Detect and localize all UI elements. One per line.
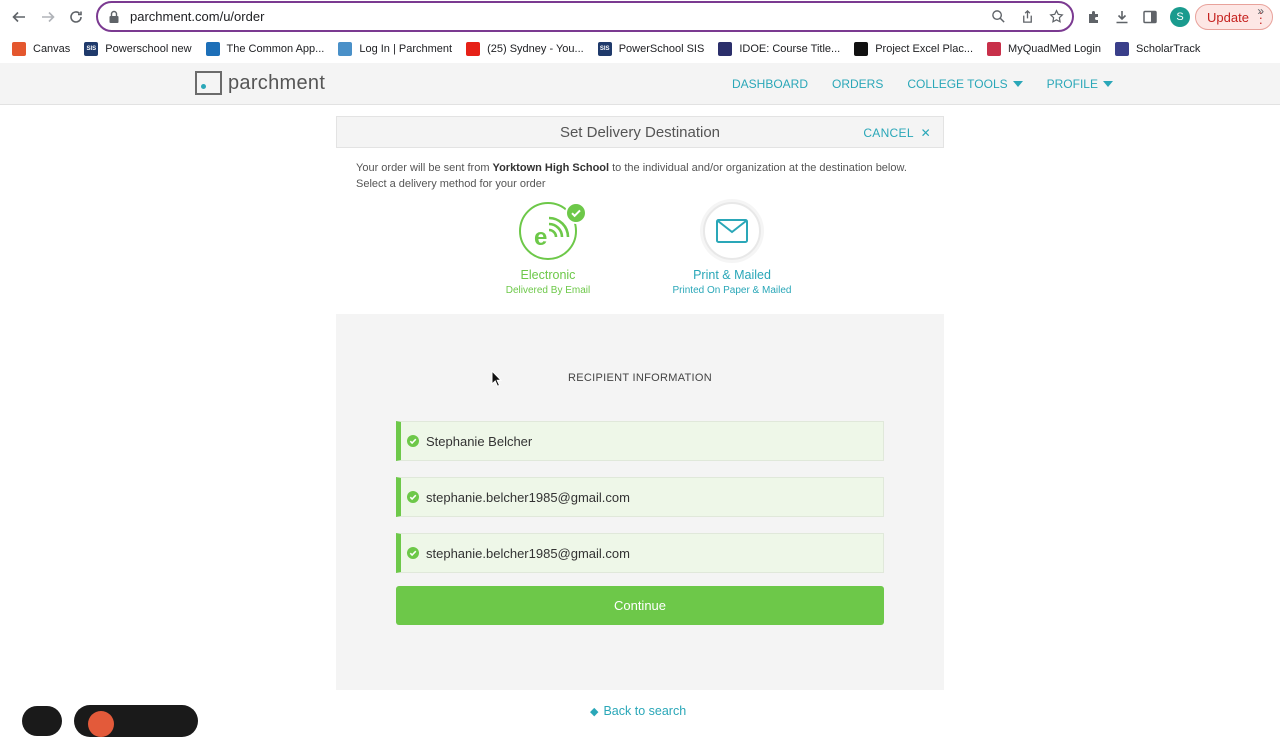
bookmark-label: Canvas: [33, 43, 71, 55]
bookmark-favicon-icon: [338, 42, 353, 56]
delivery-method-electronic[interactable]: e Electronic Delivered By Email: [496, 202, 600, 296]
bookmark-label: The Common App...: [226, 43, 325, 55]
caret-down-icon: [1012, 81, 1023, 87]
recipient-heading: RECIPIENT INFORMATION: [567, 372, 712, 384]
delivery-destination-bar: Set Delivery Destination CANCEL ✕: [336, 116, 944, 148]
profile-avatar[interactable]: S: [1170, 7, 1190, 27]
nav-profile-label: PROFILE: [1046, 77, 1098, 91]
print-subtitle: Printed On Paper & Mailed: [672, 285, 792, 296]
recipient-email-value: stephanie.belcher1985@gmail.com: [426, 489, 630, 505]
bookmark-label: MyQuadMed Login: [1008, 43, 1101, 55]
back-arrow-icon[interactable]: [7, 5, 31, 29]
bookmark-label: Project Excel Plac...: [875, 43, 974, 55]
main-nav: DASHBOARD ORDERS COLLEGE TOOLS PROFILE: [732, 77, 1113, 91]
recorder-toolbar[interactable]: [74, 705, 198, 737]
bookmark-item[interactable]: IDOE: Course Title...: [718, 42, 840, 56]
bookmark-favicon-icon: SIS: [597, 42, 612, 56]
electronic-subtitle: Delivered By Email: [505, 285, 591, 296]
nav-profile[interactable]: PROFILE: [1047, 77, 1113, 91]
school-name: Yorktown High School: [492, 162, 610, 174]
bookmark-item[interactable]: Project Excel Plac...: [854, 42, 973, 56]
parchment-logo-icon: [195, 71, 222, 95]
update-label: Update: [1207, 9, 1249, 25]
recipient-name-value: Stephanie Belcher: [426, 433, 533, 449]
recorder-control[interactable]: [22, 706, 62, 736]
back-to-search-link[interactable]: ◆ Back to search: [590, 704, 686, 718]
cancel-button[interactable]: CANCEL ✕: [863, 126, 931, 140]
bookmark-label: ScholarTrack: [1135, 43, 1201, 55]
valid-check-icon: [407, 491, 419, 503]
back-arrow-icon: ◆: [590, 705, 599, 718]
svg-text:e: e: [534, 224, 547, 251]
recipient-email-confirm-value: stephanie.belcher1985@gmail.com: [426, 545, 630, 561]
print-title: Print & Mailed: [693, 268, 771, 282]
order-intro-text: Your order will be sent from Yorktown Hi…: [356, 160, 926, 192]
forward-arrow-icon[interactable]: [36, 5, 60, 29]
bookmark-item[interactable]: SIS PowerSchool SIS: [597, 42, 705, 56]
parchment-logo[interactable]: parchment: [195, 71, 325, 95]
bookmark-favicon-icon: [987, 42, 1002, 56]
bookmark-label: Log In | Parchment: [359, 43, 453, 55]
reload-icon[interactable]: [64, 5, 88, 29]
bookmark-item[interactable]: SIS Powerschool new: [84, 42, 192, 56]
electronic-icon: e: [519, 202, 587, 260]
download-icon[interactable]: [1114, 9, 1130, 25]
selected-check-icon: [565, 202, 587, 224]
bookmark-star-icon[interactable]: [1049, 9, 1064, 24]
intro-prefix: Your order will be sent from: [356, 162, 493, 174]
nav-orders[interactable]: ORDERS: [832, 77, 883, 91]
back-to-search-label: Back to search: [603, 704, 687, 718]
bookmark-item[interactable]: Log In | Parchment: [338, 42, 452, 56]
side-panel-icon[interactable]: [1142, 9, 1158, 25]
recipient-form: RECIPIENT INFORMATION Stephanie Belcher …: [336, 314, 944, 690]
bookmark-favicon-icon: [466, 42, 481, 56]
bookmarks-bar: Canvas SIS Powerschool new The Common App..…: [0, 37, 1280, 61]
recipient-email-confirm-field[interactable]: stephanie.belcher1985@gmail.com: [396, 533, 884, 573]
logo-text: parchment: [228, 71, 326, 94]
bookmarks-overflow-icon[interactable]: »: [1257, 4, 1264, 18]
nav-dashboard[interactable]: DASHBOARD: [732, 77, 808, 91]
nav-college-tools-label: COLLEGE TOOLS: [907, 77, 1008, 91]
bookmark-label: (25) Sydney - You...: [487, 43, 584, 55]
recipient-name-field[interactable]: Stephanie Belcher: [396, 421, 884, 461]
browser-toolbar: parchment.com/u/order S Update · · ·: [0, 0, 1280, 34]
mouse-cursor-icon: [491, 370, 503, 387]
bookmark-favicon-icon: [718, 42, 733, 56]
envelope-icon: [703, 202, 761, 260]
nav-college-tools[interactable]: COLLEGE TOOLS: [907, 77, 1023, 91]
bookmark-item[interactable]: MyQuadMed Login: [987, 42, 1101, 56]
bookmark-item[interactable]: (25) Sydney - You...: [466, 42, 584, 56]
bookmark-item[interactable]: Canvas: [12, 42, 70, 56]
caret-down-icon: [1102, 81, 1113, 87]
bookmark-label: Powerschool new: [105, 43, 192, 55]
continue-button[interactable]: Continue: [396, 586, 884, 625]
electronic-title: Electronic: [520, 268, 576, 282]
bookmark-favicon-icon: [12, 42, 26, 56]
record-icon: [88, 711, 114, 737]
bookmark-favicon-icon: [1114, 42, 1129, 56]
cancel-label: CANCEL: [863, 126, 914, 140]
page-title: Set Delivery Destination: [559, 124, 721, 141]
share-icon[interactable]: [1020, 9, 1035, 24]
valid-check-icon: [407, 435, 419, 447]
bookmark-item[interactable]: ScholarTrack: [1114, 42, 1201, 56]
extensions-puzzle-icon[interactable]: [1086, 9, 1102, 25]
url-text: parchment.com/u/order: [130, 9, 265, 24]
close-icon: ✕: [917, 126, 931, 140]
recipient-email-field[interactable]: stephanie.belcher1985@gmail.com: [396, 477, 884, 517]
zoom-icon[interactable]: [991, 9, 1006, 24]
bookmark-item[interactable]: The Common App...: [205, 42, 325, 56]
bookmark-favicon-icon: [854, 42, 869, 56]
lock-icon: [109, 10, 119, 23]
site-header: parchment DASHBOARD ORDERS COLLEGE TOOLS…: [0, 63, 1280, 105]
bookmark-favicon-icon: SIS: [84, 42, 99, 56]
bookmark-favicon-icon: [205, 42, 220, 56]
bookmark-label: PowerSchool SIS: [618, 43, 705, 55]
address-bar[interactable]: parchment.com/u/order: [96, 1, 1074, 32]
bookmark-label: IDOE: Course Title...: [739, 43, 841, 55]
valid-check-icon: [407, 547, 419, 559]
delivery-method-print[interactable]: Print & Mailed Printed On Paper & Mailed: [664, 202, 800, 296]
